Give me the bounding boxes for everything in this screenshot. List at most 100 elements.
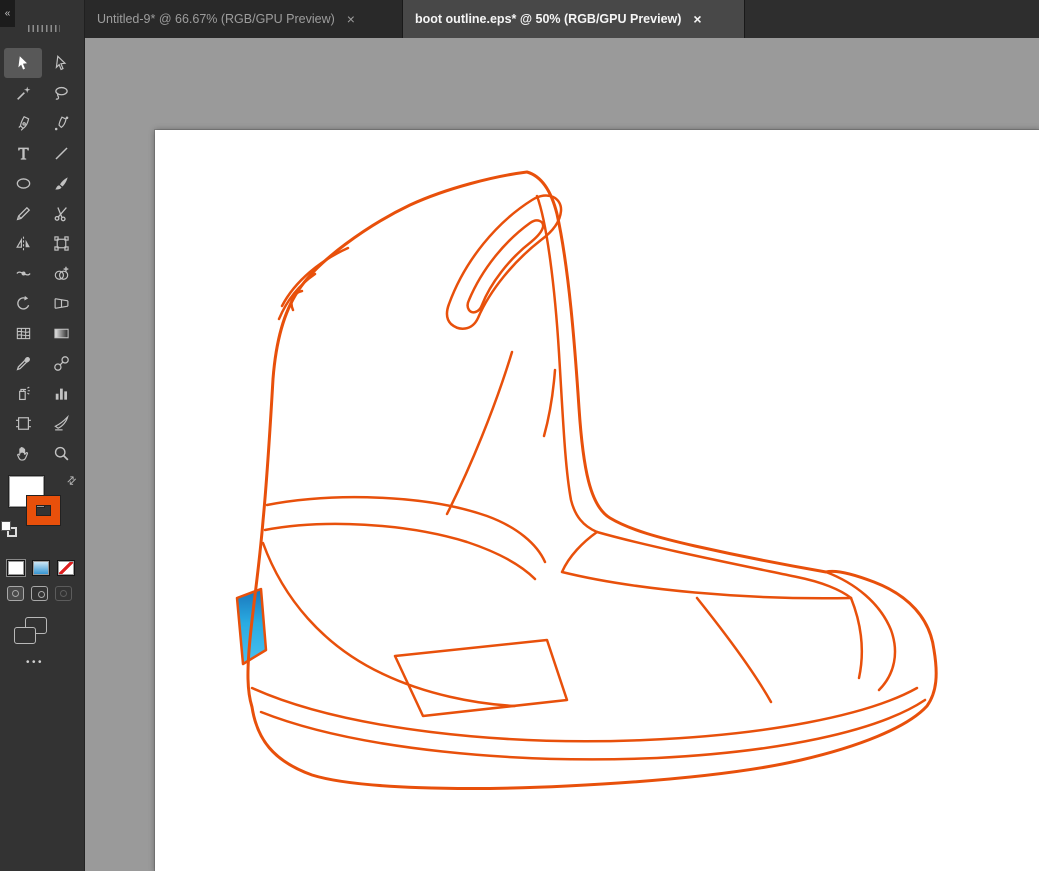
collapse-dock-button[interactable]: «: [0, 0, 15, 27]
tools-grid: [0, 48, 84, 468]
screen-mode-front-icon: [14, 627, 36, 644]
lasso-tool-icon: [53, 85, 70, 102]
shape-builder-tool-icon: [53, 265, 70, 282]
symbol-sprayer-tool-button[interactable]: [4, 378, 42, 408]
color-button[interactable]: [7, 560, 25, 576]
boot-shell-panel-path[interactable]: [393, 638, 569, 718]
none-button[interactable]: [57, 560, 75, 576]
eyedropper-tool-button[interactable]: [4, 348, 42, 378]
boot-instep-lower-edge-path[interactable]: [560, 530, 853, 600]
boot-toe-seam-path[interactable]: [849, 596, 864, 680]
toolbar-header: «: [0, 0, 85, 38]
boot-sole-upper-stripe-path[interactable]: [250, 686, 919, 743]
close-tab-icon[interactable]: ×: [693, 12, 701, 26]
reflect-tool-button[interactable]: [4, 228, 42, 258]
artboard-tool-button[interactable]: [4, 408, 42, 438]
toolbar-grip-handle[interactable]: [28, 25, 60, 32]
boot-sole-lower-stripe-path[interactable]: [259, 698, 927, 761]
hand-tool-button[interactable]: [4, 438, 42, 468]
stroke-color-swatch[interactable]: [27, 496, 60, 525]
zoom-tool-button[interactable]: [42, 438, 80, 468]
selection-tool-button[interactable]: [4, 48, 42, 78]
free-transform-tool-icon: [53, 235, 70, 252]
fill-stroke-widget: ⇄: [0, 473, 84, 544]
gradient-button[interactable]: [32, 560, 50, 576]
boot-pull-loop-outer-path[interactable]: [445, 194, 563, 330]
illustrator-window: « Untitled-9* @ 66.67% (RGB/GPU Preview)…: [0, 0, 1039, 871]
shaper-tool-icon: [15, 205, 32, 222]
eyedropper-tool-icon: [15, 355, 32, 372]
default-fill-stroke-button[interactable]: [1, 521, 18, 538]
shape-builder-tool-button[interactable]: [42, 258, 80, 288]
boot-outline-artwork[interactable]: [85, 38, 1039, 871]
line-segment-tool-icon: [53, 145, 70, 162]
magic-wand-tool-button[interactable]: [4, 78, 42, 108]
hand-tool-icon: [15, 445, 32, 462]
slice-tool-icon: [53, 414, 70, 432]
gradient-tool-button[interactable]: [42, 318, 80, 348]
boot-outer-silhouette-path[interactable]: [246, 170, 938, 790]
rotate-view-tool-icon: [15, 295, 32, 312]
tab-label: Untitled-9* @ 66.67% (RGB/GPU Preview): [97, 12, 335, 26]
scissors-tool-button[interactable]: [42, 198, 80, 228]
boot-strap-diagonal-path[interactable]: [695, 596, 773, 704]
slice-tool-button[interactable]: [42, 408, 80, 438]
tools-panel: ⇄ •••: [0, 38, 85, 871]
draw-behind-mode-button[interactable]: [31, 586, 48, 601]
free-transform-tool-button[interactable]: [42, 228, 80, 258]
boot-pull-loop-slot-path[interactable]: [466, 219, 545, 314]
line-segment-tool-button[interactable]: [42, 138, 80, 168]
column-graph-tool-button[interactable]: [42, 378, 80, 408]
tab-label: boot outline.eps* @ 50% (RGB/GPU Preview…: [415, 12, 682, 26]
magic-wand-tool-icon: [15, 85, 32, 102]
type-tool-icon: [15, 145, 32, 162]
artboard-tool-icon: [15, 415, 32, 432]
selection-tool-icon: [15, 55, 32, 72]
paintbrush-tool-button[interactable]: [42, 168, 80, 198]
pen-tool-button[interactable]: [4, 108, 42, 138]
lasso-tool-button[interactable]: [42, 78, 80, 108]
width-tool-button[interactable]: [4, 258, 42, 288]
width-tool-icon: [15, 265, 32, 282]
tab-untitled-document[interactable]: Untitled-9* @ 66.67% (RGB/GPU Preview) ×: [85, 0, 403, 38]
gradient-tool-icon: [53, 325, 70, 342]
shaper-tool-button[interactable]: [4, 198, 42, 228]
ellipse-tool-icon: [15, 175, 32, 192]
document-tab-bar: « Untitled-9* @ 66.67% (RGB/GPU Preview)…: [0, 0, 1039, 38]
tab-boot-outline-document[interactable]: boot outline.eps* @ 50% (RGB/GPU Preview…: [403, 0, 745, 38]
draw-normal-mode-button[interactable]: [7, 586, 24, 601]
blend-tool-icon: [53, 355, 70, 372]
column-graph-tool-icon: [53, 385, 70, 402]
boot-cuff-lower-curve-path[interactable]: [263, 522, 537, 581]
ellipse-tool-button[interactable]: [4, 168, 42, 198]
draw-inside-mode-button[interactable]: [55, 586, 72, 601]
boot-shaft-inner-edge-path[interactable]: [535, 194, 853, 600]
mesh-tool-icon: [15, 325, 32, 342]
default-fill-icon: [1, 521, 11, 531]
type-tool-button[interactable]: [4, 138, 42, 168]
boot-collar-seam-path[interactable]: [277, 272, 317, 321]
direct-selection-tool-icon: [53, 54, 70, 72]
double-chevron-icon: «: [4, 8, 11, 19]
boot-tongue-diagonal-path[interactable]: [445, 350, 514, 516]
blend-tool-button[interactable]: [42, 348, 80, 378]
zoom-tool-icon: [53, 445, 70, 462]
boot-tongue-short-line-path[interactable]: [542, 368, 557, 438]
close-tab-icon[interactable]: ×: [347, 12, 355, 26]
symbol-sprayer-tool-icon: [15, 385, 32, 402]
mesh-tool-button[interactable]: [4, 318, 42, 348]
direct-selection-tool-button[interactable]: [42, 48, 80, 78]
boot-shell-front-sweep-path[interactable]: [261, 541, 517, 708]
paintbrush-tool-icon: [53, 175, 70, 192]
rotate-view-tool-button[interactable]: [4, 288, 42, 318]
swap-fill-stroke-icon[interactable]: ⇄: [64, 473, 79, 488]
curvature-tool-icon: [53, 115, 70, 132]
perspective-grid-tool-icon: [53, 295, 70, 312]
canvas-pasteboard[interactable]: [85, 38, 1039, 871]
curvature-tool-button[interactable]: [42, 108, 80, 138]
scissors-tool-icon: [53, 205, 70, 222]
edit-toolbar-button[interactable]: •••: [26, 657, 84, 668]
change-screen-mode-button[interactable]: [14, 617, 54, 647]
perspective-grid-tool-button[interactable]: [42, 288, 80, 318]
reflect-tool-icon: [15, 235, 32, 252]
